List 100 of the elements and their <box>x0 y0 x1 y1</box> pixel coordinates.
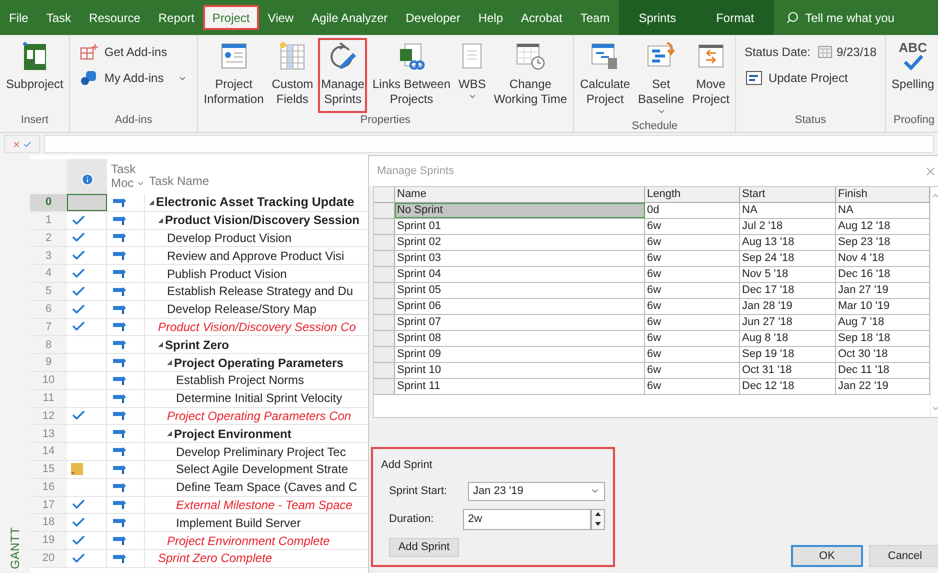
row-selector[interactable] <box>374 203 395 218</box>
ribbon-button[interactable]: Manage Sprints <box>319 39 366 112</box>
ribbon-tab[interactable]: Agile Analyzer <box>302 0 397 35</box>
ribbon-tab[interactable]: Project <box>203 5 259 30</box>
field-label: Duration: <box>389 512 435 527</box>
group-title: Add Sprint <box>381 458 434 473</box>
ribbon-tab[interactable]: Format <box>696 0 774 35</box>
ribbon-tab[interactable]: Developer <box>396 0 470 35</box>
task-name: Project Environment <box>174 426 292 443</box>
table-cell: 6w <box>645 315 740 330</box>
row-number: 18 <box>30 514 67 532</box>
row-number: 8 <box>30 336 67 354</box>
column-header[interactable]: Task Moc <box>107 159 145 194</box>
close-icon[interactable] <box>924 164 937 178</box>
row-number: 14 <box>30 443 67 460</box>
task-mode-icon <box>113 286 126 296</box>
ribbon-button[interactable]: Project Information <box>202 39 266 112</box>
table-cell: 6w <box>645 267 740 282</box>
update-bars-icon <box>746 71 762 85</box>
info-form-icon <box>220 41 248 71</box>
ribbon-tab[interactable]: Sprints <box>618 0 696 35</box>
task-name: Electronic Asset Tracking Update <box>156 194 354 212</box>
row-number: 16 <box>30 478 67 496</box>
column-header[interactable]: Finish <box>836 187 930 202</box>
collapse-triangle-icon <box>167 360 172 366</box>
column-header[interactable]: Length <box>645 187 740 202</box>
row-selector[interactable] <box>374 235 395 250</box>
task-mode-icon <box>113 358 126 368</box>
row-number: 6 <box>30 300 67 318</box>
ribbon-group-label: Status <box>794 112 828 128</box>
table-cell: Nov 5 '18 <box>740 267 836 282</box>
ribbon-tab[interactable]: Acrobat <box>512 0 572 35</box>
ribbon-tab[interactable]: File <box>0 0 38 35</box>
task-name: Project Operating Parameters Con <box>167 408 352 425</box>
add-sprint-button[interactable]: Add Sprint <box>389 538 459 557</box>
row-number: 0 <box>30 194 67 211</box>
ribbon-button[interactable]: Set Baseline <box>636 39 686 118</box>
table-cell: 6w <box>645 219 740 234</box>
column-header[interactable]: Start <box>740 187 836 202</box>
ribbon-button[interactable]: Links Between Projects <box>370 39 453 112</box>
ribbon-button[interactable]: My Add-ins <box>78 69 189 87</box>
row-selector[interactable] <box>374 283 395 298</box>
row-selector[interactable] <box>374 379 395 394</box>
dialog-button[interactable]: Cancel <box>869 545 938 567</box>
ribbon-button[interactable]: Change Working Time <box>492 39 570 112</box>
duration-field[interactable]: 2w <box>463 508 591 530</box>
scrollbar[interactable] <box>930 187 938 417</box>
table-cell: 6w <box>645 299 740 314</box>
ribbon-tab[interactable]: View <box>258 0 303 35</box>
ribbon-button[interactable]: Custom Fields <box>270 39 316 112</box>
ribbon-button[interactable]: Update Project <box>744 69 877 87</box>
row-selector[interactable] <box>374 299 395 314</box>
ribbon-tab[interactable]: Report <box>149 0 204 35</box>
ribbon-tab[interactable]: Team <box>571 0 619 35</box>
table-cell: Nov 4 '18 <box>836 251 930 266</box>
view-bar-label: GANTT <box>7 526 23 569</box>
table-cell: Sep 18 '18 <box>836 331 930 346</box>
task-mode-icon <box>113 447 126 456</box>
ribbon-tab[interactable]: Task <box>37 0 80 35</box>
row-selector[interactable] <box>374 347 395 362</box>
row-number: 15 <box>30 460 67 478</box>
table-cell: NA <box>740 203 836 218</box>
row-selector[interactable] <box>374 267 395 282</box>
tell-me-field[interactable]: Tell me what you <box>805 8 894 26</box>
task-mode-icon <box>113 554 126 563</box>
row-selector[interactable] <box>374 363 395 378</box>
cancel-entry-icon[interactable] <box>12 140 21 148</box>
row-number: 7 <box>30 318 67 336</box>
table-cell: Jan 27 '19 <box>836 283 930 298</box>
status-date-field[interactable]: 9/23/18 <box>818 43 877 61</box>
table-cell: 6w <box>645 251 740 266</box>
scroll-up-icon[interactable] <box>931 191 938 200</box>
row-selector[interactable] <box>374 331 395 346</box>
table-cell: Aug 7 '18 <box>836 315 930 330</box>
ribbon-button[interactable]: Subproject <box>4 39 66 112</box>
entry-field[interactable] <box>44 135 934 153</box>
task-name: Develop Product Vision <box>167 230 292 247</box>
ribbon-button[interactable]: ABC Spelling <box>890 39 936 112</box>
enter-icon[interactable] <box>23 140 32 148</box>
row-selector[interactable] <box>374 219 395 234</box>
dialog-button[interactable]: OK <box>791 545 863 567</box>
spinner-buttons[interactable] <box>591 508 605 530</box>
column-header[interactable]: Name <box>395 187 645 202</box>
ribbon-tab[interactable]: Help <box>469 0 512 35</box>
column-header[interactable]: Task Name <box>145 159 368 194</box>
ribbon-group-label: Schedule <box>630 119 679 134</box>
table-cell: NA <box>836 203 930 218</box>
scroll-down-icon[interactable] <box>931 404 938 413</box>
ribbon-button[interactable]: Calculate Project <box>578 39 632 118</box>
task-mode-icon <box>113 394 126 403</box>
sprint-start-dropdown[interactable]: Jan 23 '19 <box>468 482 605 500</box>
ribbon-tab[interactable]: Resource <box>80 0 150 35</box>
row-selector[interactable] <box>374 315 395 330</box>
ribbon-button[interactable]: WBS <box>456 39 488 112</box>
task-mode-icon <box>113 304 126 314</box>
row-number: 20 <box>30 550 67 567</box>
column-header[interactable] <box>67 159 107 194</box>
ribbon-button[interactable]: Move Project <box>690 39 732 118</box>
row-selector[interactable] <box>374 251 395 266</box>
ribbon-button[interactable]: Get Add-ins <box>78 43 189 61</box>
